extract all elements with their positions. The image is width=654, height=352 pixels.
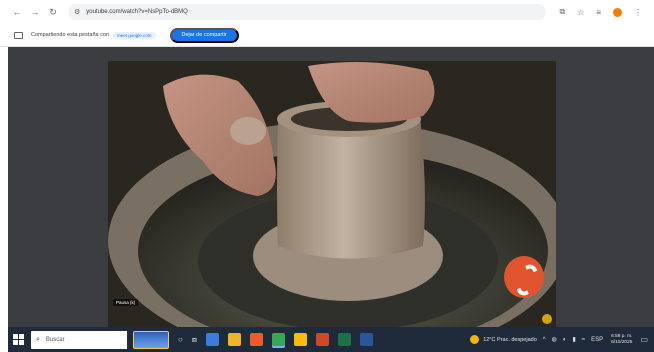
profile-avatar[interactable]: [613, 7, 622, 17]
pottery-video-frame: [108, 61, 556, 328]
sharing-label: Compartiendo esta pestaña con: [31, 32, 109, 38]
file-explorer-icon[interactable]: [227, 333, 241, 346]
stop-sharing-button[interactable]: Dejar de compartir: [169, 27, 239, 43]
address-bar[interactable]: ⚙ youtube.com/watch?v=NsPpTo-dBMQ: [68, 4, 546, 20]
screen-share-icon[interactable]: ⧉: [559, 7, 565, 17]
system-tray: 12°C Prac. despejado ^ ◍ ◐ ▮ ≈ ESP 6:58 …: [470, 327, 654, 352]
weather-text[interactable]: 12°C Prac. despejado: [483, 337, 537, 343]
chevron-up-icon[interactable]: ^: [543, 337, 546, 343]
weather-icon[interactable]: [470, 335, 480, 344]
url-text[interactable]: youtube.com/watch?v=NsPpTo-dBMQ: [86, 9, 188, 15]
word-icon[interactable]: [359, 333, 373, 346]
language-indicator[interactable]: ESP: [591, 337, 603, 343]
meet-chip[interactable]: meet.google.com: [112, 31, 156, 39]
screen-icon: [14, 31, 23, 39]
powerpoint-icon[interactable]: [315, 333, 329, 346]
bookmark-star-icon[interactable]: ☆: [577, 8, 584, 17]
reload-icon[interactable]: ↻: [46, 5, 60, 19]
back-arrow-icon[interactable]: ←: [10, 5, 24, 19]
edge-dev-icon[interactable]: [249, 333, 263, 346]
photos-app-icon[interactable]: [205, 333, 219, 346]
task-view-icon[interactable]: ⧈: [192, 335, 197, 345]
browser-toolbar: ← → ↻ ⚙ youtube.com/watch?v=NsPpTo-dBMQ …: [0, 0, 654, 24]
volume-icon[interactable]: ◐: [563, 337, 567, 343]
forward-arrow-icon[interactable]: →: [28, 5, 42, 19]
windows-taskbar: ⌕ Buscar ○ ⧈ 12°C Prac. despejado ^ ◍ ◐ …: [8, 327, 654, 352]
page-viewport: Pausa (k): [8, 47, 654, 328]
clock-date: 6/10/2025: [611, 339, 633, 345]
chrome-canary-icon[interactable]: [293, 333, 307, 346]
pause-tooltip: Pausa (k): [113, 299, 139, 306]
taskbar-search[interactable]: ⌕ Buscar: [31, 330, 127, 349]
excel-icon[interactable]: [337, 333, 351, 346]
search-highlight-banner[interactable]: [133, 330, 169, 349]
chrome-icon[interactable]: [271, 333, 285, 346]
search-placeholder: Buscar: [45, 336, 65, 343]
tab-sharing-bar: Compartiendo esta pestaña con meet.googl…: [0, 24, 654, 47]
site-info-icon[interactable]: ⚙: [74, 8, 80, 16]
network-icon[interactable]: ◍: [552, 336, 557, 343]
menu-dots-icon[interactable]: ⋮: [634, 8, 642, 17]
video-player[interactable]: Pausa (k): [108, 61, 556, 328]
wifi-icon[interactable]: ≈: [582, 337, 585, 343]
channel-logo[interactable]: [504, 256, 544, 298]
windows-start-icon[interactable]: [10, 332, 26, 348]
indicator-dot: [542, 314, 552, 324]
search-icon: ⌕: [36, 335, 40, 343]
extensions-icon[interactable]: ≡: [596, 8, 601, 17]
battery-icon[interactable]: ▮: [572, 336, 575, 343]
toolbar-actions: ⧉ ☆ ≡ ⋮: [559, 7, 642, 17]
clock[interactable]: 6:58 p. m. 6/10/2025: [611, 334, 632, 346]
notifications-icon[interactable]: ▭: [640, 335, 648, 344]
cortana-icon[interactable]: ○: [178, 335, 183, 344]
